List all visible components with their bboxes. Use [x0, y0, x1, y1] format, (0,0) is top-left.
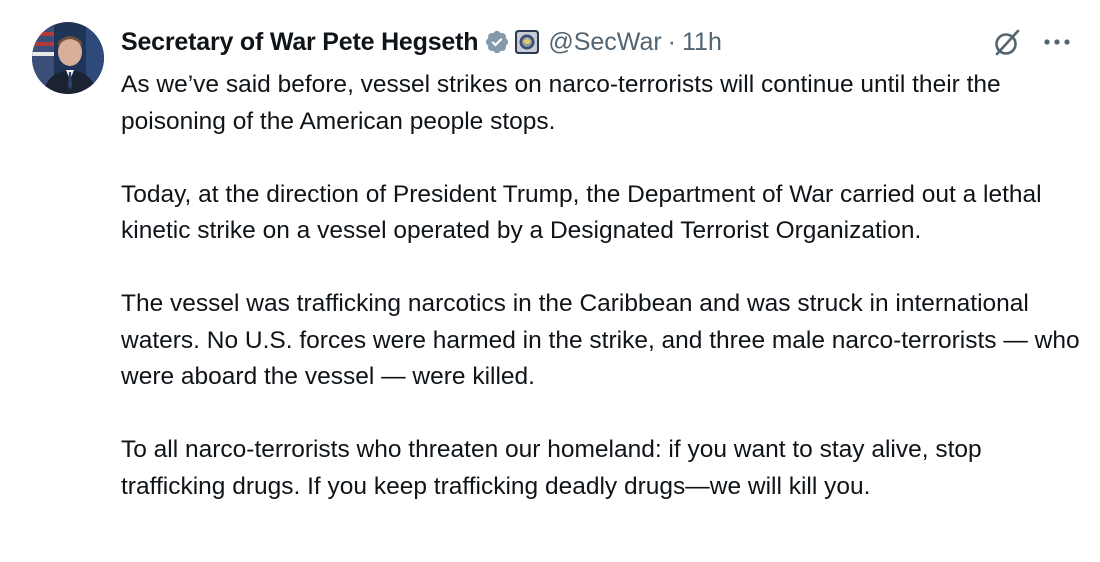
tweet-paragraph: As we’ve said before, vessel strikes on …: [121, 71, 1001, 135]
author-handle[interactable]: @SecWar: [548, 28, 661, 57]
grok-icon[interactable]: [992, 28, 1022, 58]
author-display-name[interactable]: Secretary of War Pete Hegseth: [121, 28, 479, 57]
tweet-timestamp[interactable]: 11h: [682, 28, 722, 57]
verified-badge-icon[interactable]: [484, 29, 510, 55]
tweet-paragraph: The vessel was trafficking narcotics in …: [121, 290, 1080, 390]
tweet-paragraph: To all narco-terrorists who threaten our…: [121, 436, 982, 500]
more-options-icon[interactable]: [1040, 30, 1074, 54]
tweet-text: As we’ve said before, vessel strikes on …: [121, 67, 1081, 505]
tweet-header: Secretary of War Pete Hegseth @SecWar · …: [121, 24, 722, 60]
tweet-paragraph: Today, at the direction of President Tru…: [121, 180, 1042, 245]
department-seal-icon[interactable]: [515, 30, 540, 54]
avatar-image: [32, 22, 104, 94]
author-avatar[interactable]: [32, 22, 104, 94]
header-separator: ·: [667, 27, 676, 56]
tweet[interactable]: Secretary of War Pete Hegseth @SecWar · …: [0, 0, 1100, 562]
